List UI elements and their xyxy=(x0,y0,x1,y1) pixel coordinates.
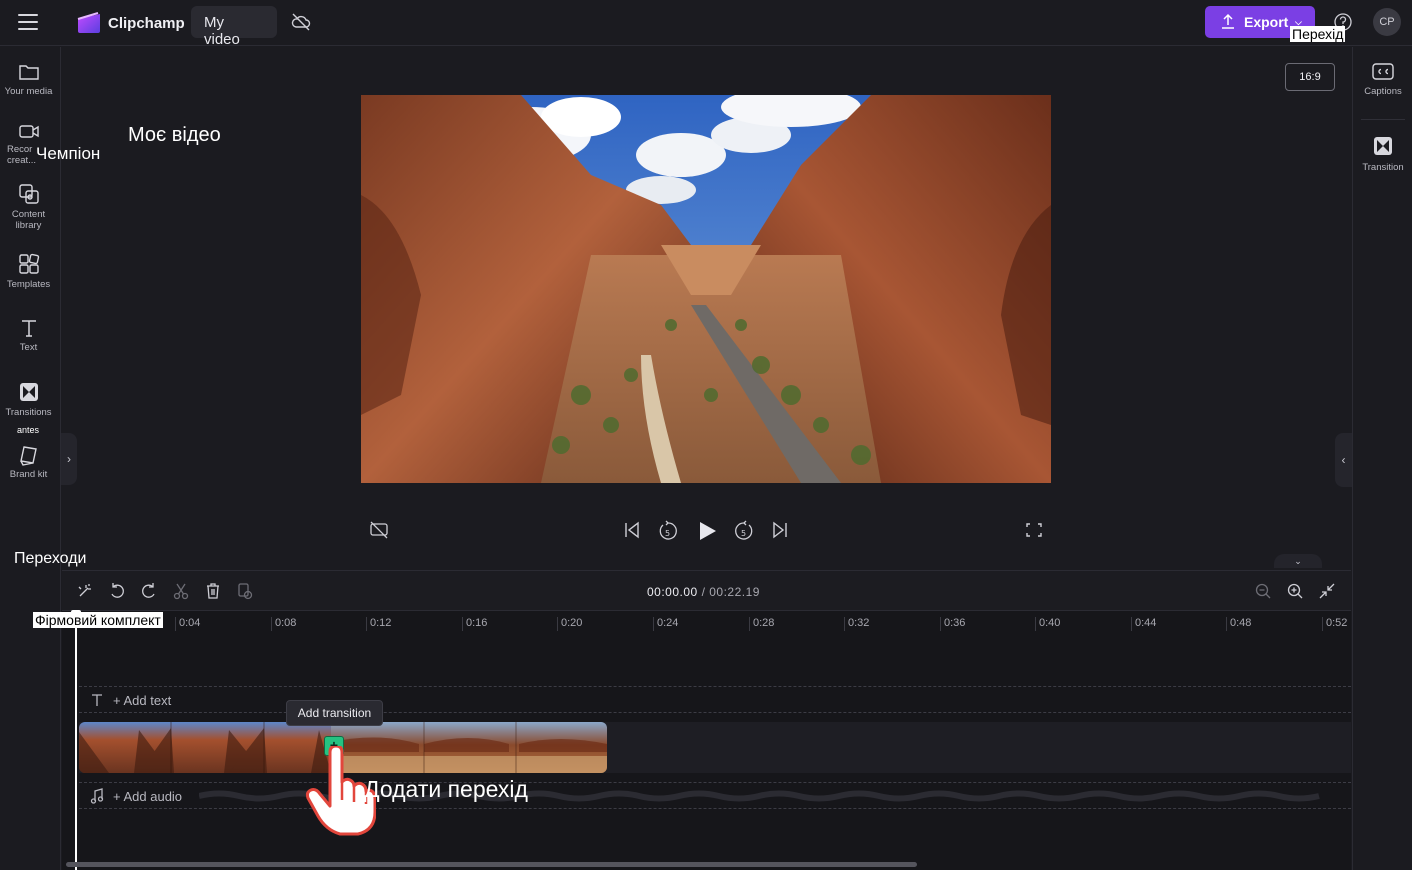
left-sidebar: Your media Recor creat... Content library… xyxy=(0,47,61,870)
current-time: 00:00.00 xyxy=(647,585,698,599)
right-sidebar: Captions Transition xyxy=(1352,47,1412,870)
upload-icon xyxy=(1222,13,1234,29)
timeline-ruler[interactable]: 0:04 0:08 0:12 0:16 0:20 0:24 0:28 0:32 … xyxy=(62,611,1351,635)
fullscreen-icon[interactable] xyxy=(1024,519,1044,541)
ruler-tick: 0:36 xyxy=(940,617,965,631)
text-icon xyxy=(21,320,36,337)
text-icon xyxy=(92,694,102,706)
forward-5-icon[interactable]: 5 xyxy=(733,519,755,543)
add-transition-tooltip: Add transition xyxy=(286,700,383,726)
video-preview xyxy=(361,95,1051,483)
ruler-tick: 0:12 xyxy=(366,617,391,631)
sidebar-item-brand-kit[interactable]: Brand kit xyxy=(0,444,57,480)
trash-icon[interactable] xyxy=(204,582,222,600)
menu-icon[interactable] xyxy=(18,14,40,32)
app-title: Clipchamp xyxy=(108,15,185,32)
sidebar-item-label: Transitions xyxy=(5,407,52,418)
zoom-out-icon[interactable] xyxy=(1254,582,1272,600)
overlay-brand-kit: Фірмовий комплект xyxy=(33,612,163,628)
sidebar-item-label: Content library xyxy=(11,209,46,231)
expand-left-panel-button[interactable]: › xyxy=(61,433,77,485)
collapse-right-panel-button[interactable]: ‹ xyxy=(1335,433,1352,487)
play-icon[interactable] xyxy=(696,519,718,543)
ruler-tick: 0:48 xyxy=(1226,617,1251,631)
sidebar-item-label: Recor xyxy=(7,144,33,155)
svg-text:5: 5 xyxy=(741,529,746,538)
ruler-tick: 0:32 xyxy=(844,617,869,631)
ruler-tick: 0:40 xyxy=(1035,617,1060,631)
video-name-field[interactable]: My video xyxy=(191,6,277,48)
sidebar-item-your-media[interactable]: Your media xyxy=(0,61,57,97)
overlay-champion: Чемпіон xyxy=(36,144,101,163)
collapse-timeline-button[interactable]: ⌄ xyxy=(1274,554,1322,568)
ruler-tick: 0:24 xyxy=(653,617,678,631)
undo-icon[interactable] xyxy=(108,582,126,600)
ruler-tick: 0:16 xyxy=(462,617,487,631)
duplicate-icon[interactable] xyxy=(236,582,254,600)
overlay-title: Моє відео xyxy=(128,124,221,146)
zoom-in-icon[interactable] xyxy=(1286,582,1304,600)
ruler-tick: 0:04 xyxy=(175,617,200,631)
rewind-5-icon[interactable]: 5 xyxy=(657,519,679,543)
sidebar-item-content-library[interactable]: Content library xyxy=(0,182,57,231)
skip-end-icon[interactable] xyxy=(770,519,790,541)
ruler-tick: 0:08 xyxy=(271,617,296,631)
aspect-ratio-button[interactable]: 16:9 xyxy=(1285,63,1335,91)
sidebar-item-transition[interactable]: Transition xyxy=(1353,134,1412,173)
overlay-transitions: Переходи xyxy=(14,550,87,567)
ruler-tick: 0:44 xyxy=(1131,617,1156,631)
avatar[interactable]: CP xyxy=(1373,8,1401,36)
overlay-antes: antes xyxy=(17,425,40,435)
clipchamp-logo-icon xyxy=(77,12,100,33)
top-bar: Clipchamp My video Export ⌵ CP xyxy=(0,0,1412,48)
cloud-off-icon[interactable] xyxy=(290,11,312,33)
skip-start-icon[interactable] xyxy=(622,519,642,541)
sidebar-item-label: Transition xyxy=(1362,162,1404,173)
playhead[interactable] xyxy=(75,612,77,870)
music-note-icon xyxy=(90,788,104,804)
audio-track[interactable]: + Add audio xyxy=(79,782,1351,809)
sidebar-item-label: Text xyxy=(19,342,38,353)
fit-timeline-icon[interactable] xyxy=(1318,582,1336,600)
timeline-toolbar: 00:00.00 / 00:22.19 xyxy=(62,571,1351,611)
sidebar-item-label: Your media xyxy=(4,86,53,97)
transition-icon xyxy=(1374,137,1392,155)
export-label: Export xyxy=(1244,14,1289,30)
camera-icon xyxy=(18,125,39,138)
redo-icon[interactable] xyxy=(140,582,158,600)
sidebar-item-templates[interactable]: Templates xyxy=(0,252,57,290)
brand-kit-icon xyxy=(19,446,37,466)
ruler-tick: 0:52 xyxy=(1322,617,1347,631)
add-text-button[interactable]: + Add text xyxy=(113,693,171,708)
timecode: 00:00.00 / 00:22.19 xyxy=(647,585,760,599)
library-icon xyxy=(18,184,39,204)
ruler-tick: 0:20 xyxy=(557,617,582,631)
text-track[interactable]: + Add text xyxy=(79,686,1351,713)
svg-text:5: 5 xyxy=(665,529,670,538)
sidebar-item-label: Captions xyxy=(1364,86,1402,97)
divider xyxy=(1361,119,1405,120)
templates-icon xyxy=(18,253,39,274)
captions-icon xyxy=(1372,63,1394,80)
overlay-transition-label: Перехід xyxy=(1290,26,1346,42)
transition-icon xyxy=(19,383,38,401)
scissors-icon[interactable] xyxy=(172,582,190,600)
timeline-scrollbar[interactable] xyxy=(66,862,917,867)
sidebar-item-label: Templates xyxy=(6,279,51,290)
sidebar-item-label: Brand kit xyxy=(9,469,48,480)
no-preview-icon[interactable] xyxy=(369,519,389,541)
folder-icon xyxy=(18,65,39,80)
magic-icon[interactable] xyxy=(76,582,94,600)
add-audio-button[interactable]: + Add audio xyxy=(113,789,182,804)
timeline-panel: 00:00.00 / 00:22.19 0:04 0:08 0:12 0:16 … xyxy=(62,570,1351,870)
total-time: / 00:22.19 xyxy=(701,585,760,599)
sidebar-item-captions[interactable]: Captions xyxy=(1353,62,1412,97)
ruler-tick: 0:28 xyxy=(749,617,774,631)
sidebar-item-transitions[interactable]: Transitions xyxy=(0,380,57,418)
sidebar-item-text[interactable]: Text xyxy=(0,317,57,353)
sidebar-item-label: creat... xyxy=(7,155,37,166)
overlay-add-transition: Додати перехід xyxy=(364,776,528,802)
